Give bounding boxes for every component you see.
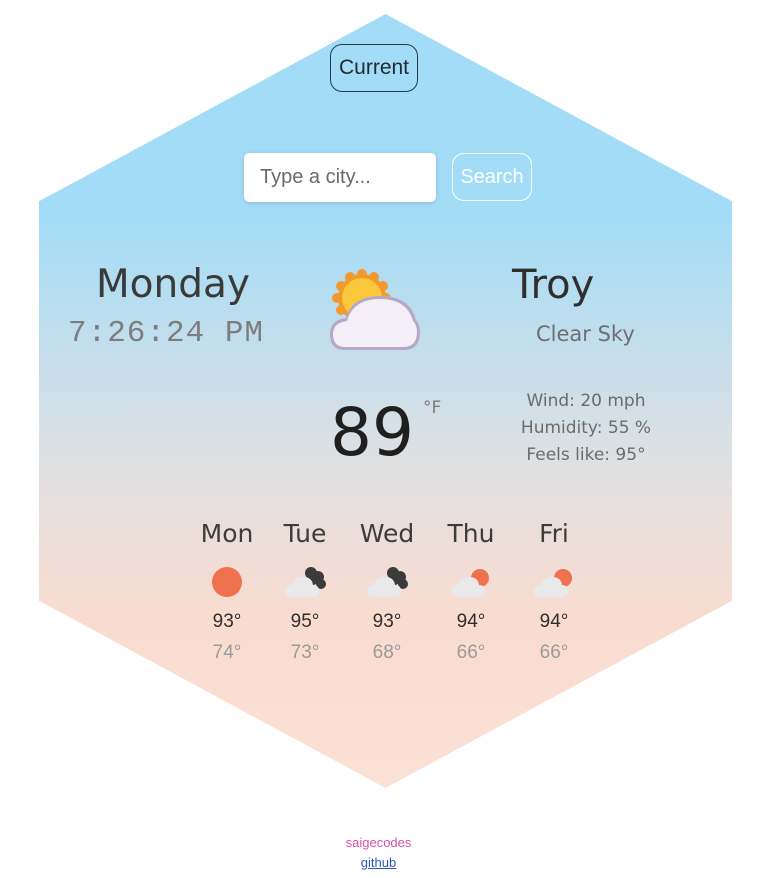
forecast-day: Thu 94° 66°	[430, 517, 512, 665]
forecast-day-name: Mon	[200, 519, 254, 548]
dark-clouds-icon	[367, 567, 408, 597]
footer-author: saigecodes	[345, 835, 412, 850]
humidity: Humidity: 55 %	[520, 418, 652, 438]
temperature-unit-toggle[interactable]: °F	[423, 398, 441, 418]
weather-condition: Clear Sky	[536, 322, 635, 346]
forecast-low: 68°	[372, 642, 402, 663]
forecast-day-name: Tue	[283, 519, 327, 548]
forecast-high: 95°	[290, 611, 320, 632]
city-search-input[interactable]	[244, 153, 436, 202]
feels-like: Feels like: 95°	[526, 445, 646, 465]
partly-cloudy-icon	[330, 269, 420, 350]
forecast-day: Fri 94° 66°	[513, 517, 595, 665]
current-temperature: 89	[330, 394, 414, 471]
forecast-low: 66°	[456, 642, 486, 663]
forecast-day-name: Thu	[447, 519, 495, 548]
forecast-day: Tue 95° 73°	[264, 517, 346, 665]
github-link[interactable]: github	[0, 855, 757, 870]
sun-icon	[212, 567, 242, 597]
current-time: 7:26:24 PM	[68, 316, 265, 351]
forecast-day-name: Fri	[539, 519, 569, 548]
current-day: Monday	[96, 262, 250, 307]
forecast-day-name: Wed	[359, 519, 415, 548]
wind-speed: Wind: 20 mph	[526, 391, 646, 411]
dark-clouds-icon	[285, 567, 326, 597]
forecast-day: Wed 93° 68°	[346, 517, 428, 665]
sun-behind-cloud-icon	[534, 569, 572, 597]
forecast-low: 73°	[290, 642, 320, 663]
sun-behind-cloud-icon	[451, 569, 489, 597]
weather-details: Wind: 20 mph Humidity: 55 % Feels like: …	[500, 388, 672, 469]
forecast-low: 66°	[539, 642, 569, 663]
forecast-high: 93°	[372, 611, 402, 632]
forecast-low: 74°	[212, 642, 242, 663]
forecast-day: Mon 93° 74°	[186, 517, 268, 665]
city-name: Troy	[512, 262, 595, 308]
forecast: Mon 93° 74° Tue 95° 73° Wed 93° 68° Thu …	[186, 517, 606, 677]
current-location-button[interactable]: Current	[330, 44, 418, 92]
forecast-high: 94°	[539, 611, 569, 632]
forecast-high: 94°	[456, 611, 486, 632]
search-button[interactable]: Search	[452, 153, 532, 201]
forecast-high: 93°	[212, 611, 242, 632]
